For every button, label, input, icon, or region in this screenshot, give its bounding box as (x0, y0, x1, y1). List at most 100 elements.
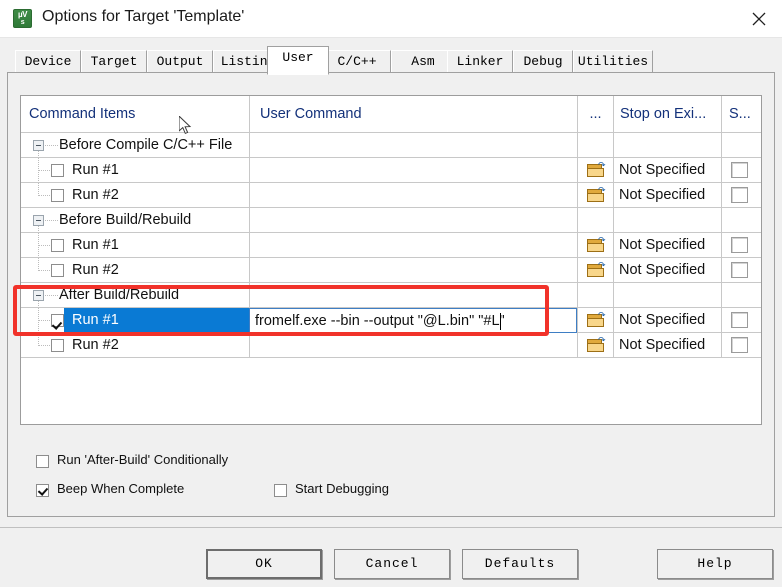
browse-cell[interactable] (577, 133, 613, 158)
command-items-grid[interactable]: Command Items User Command... Stop on Exi.… (20, 95, 762, 425)
run-enable-checkbox[interactable] (51, 314, 64, 327)
tree-cell[interactable]: Run #1 (21, 158, 249, 183)
tab-utilities[interactable]: Utilities (573, 50, 653, 74)
tree-cell[interactable]: After Build/Rebuild (21, 283, 249, 308)
grid-row[interactable]: Run #1 ↷ Not Specified (21, 158, 761, 183)
tree-item-label: Run #1 (72, 162, 119, 178)
stop-on-exit-cell[interactable]: Not Specified (613, 258, 721, 283)
ok-button[interactable]: OK (206, 549, 322, 579)
run-enable-checkbox[interactable] (51, 239, 64, 252)
cancel-button[interactable]: Cancel (334, 549, 450, 579)
tree-collapse-icon[interactable] (33, 140, 44, 151)
grid-row[interactable]: Run #2 ↷ Not Specified (21, 183, 761, 208)
run-enable-checkbox[interactable] (51, 189, 64, 202)
folder-open-icon[interactable]: ↷ (587, 186, 606, 203)
tab-debug[interactable]: Debug (513, 50, 573, 74)
browse-cell[interactable] (577, 283, 613, 308)
grid-row[interactable]: Before Build/Rebuild (21, 208, 761, 233)
tab-output[interactable]: Output (147, 50, 213, 74)
user-command-cell[interactable] (249, 208, 577, 233)
grid-row[interactable]: Run #1 ↷ Not Specified (21, 233, 761, 258)
grid-row[interactable]: Run #2 ↷ Not Specified (21, 333, 761, 358)
browse-cell[interactable] (577, 208, 613, 233)
start-cell[interactable] (721, 283, 761, 308)
stop-on-exit-cell[interactable]: Not Specified (613, 233, 721, 258)
grid-row[interactable]: Run #1 fromelf.exe --bin --output "@L.bin… (21, 308, 761, 333)
run-enable-checkbox[interactable] (51, 339, 64, 352)
tab-device[interactable]: Device (15, 50, 81, 74)
user-command-cell[interactable] (249, 158, 577, 183)
start-checkbox[interactable] (731, 262, 748, 278)
user-command-cell[interactable] (249, 133, 577, 158)
stop-on-exit-cell[interactable] (613, 133, 721, 158)
browse-cell[interactable]: ↷ (577, 183, 613, 208)
help-button[interactable]: Help (657, 549, 773, 579)
tree-cell[interactable]: Run #2 (21, 258, 249, 283)
grid-row[interactable]: Run #2 ↷ Not Specified (21, 258, 761, 283)
run-enable-checkbox[interactable] (51, 164, 64, 177)
run-enable-checkbox[interactable] (51, 264, 64, 277)
stop-on-exit-cell[interactable]: Not Specified (613, 158, 721, 183)
browse-cell[interactable]: ↷ (577, 333, 613, 358)
folder-open-icon[interactable]: ↷ (587, 236, 606, 253)
stop-on-exit-cell[interactable] (613, 283, 721, 308)
browse-cell[interactable]: ↷ (577, 308, 613, 333)
tree-cell[interactable]: Run #2 (21, 183, 249, 208)
stop-on-exit-cell[interactable]: Not Specified (613, 333, 721, 358)
browse-cell[interactable]: ↷ (577, 258, 613, 283)
folder-open-icon[interactable]: ↷ (587, 311, 606, 328)
folder-open-icon[interactable]: ↷ (587, 261, 606, 278)
start-checkbox[interactable] (731, 162, 748, 178)
column-header-cmd[interactable]: User Command (249, 96, 577, 132)
start-cell[interactable] (721, 133, 761, 158)
start-checkbox[interactable] (731, 237, 748, 253)
tree-cell[interactable]: Before Compile C/C++ File (21, 133, 249, 158)
tree-item-label: Run #2 (72, 337, 119, 353)
defaults-button[interactable]: Defaults (462, 549, 578, 579)
tree-group-label: Before Compile C/C++ File (59, 137, 233, 153)
start-cell[interactable] (721, 233, 761, 258)
stop-on-exit-cell[interactable] (613, 208, 721, 233)
grid-row[interactable]: Before Compile C/C++ File (21, 133, 761, 158)
user-command-cell[interactable] (249, 333, 577, 358)
stop-on-exit-cell[interactable]: Not Specified (613, 308, 721, 333)
user-command-input[interactable]: fromelf.exe --bin --output "@L.bin" "#L" (249, 308, 577, 333)
checkbox-label: Run 'After-Build' Conditionally (57, 452, 229, 467)
start-cell[interactable] (721, 183, 761, 208)
user-command-cell[interactable] (249, 233, 577, 258)
stop-on-exit-cell[interactable]: Not Specified (613, 183, 721, 208)
tree-cell[interactable]: Before Build/Rebuild (21, 208, 249, 233)
column-header-stop[interactable]: Stop on Exi... (613, 96, 721, 132)
column-header-s[interactable]: S... (721, 96, 761, 132)
column-header-dots[interactable]: ... (577, 96, 613, 132)
tree-collapse-icon[interactable] (33, 215, 44, 226)
tree-cell[interactable]: Run #1 (21, 233, 249, 258)
tree-branch-line (45, 295, 58, 296)
user-command-cell[interactable] (249, 283, 577, 308)
folder-open-icon[interactable]: ↷ (587, 161, 606, 178)
tab-asm[interactable]: Asm (391, 50, 455, 74)
close-icon[interactable] (736, 0, 782, 37)
start-checkbox[interactable] (731, 312, 748, 328)
start-cell[interactable] (721, 158, 761, 183)
start-cell[interactable] (721, 308, 761, 333)
tree-cell[interactable]: Run #2 (21, 333, 249, 358)
tab-linker[interactable]: Linker (447, 50, 513, 74)
browse-cell[interactable]: ↷ (577, 158, 613, 183)
column-header-items[interactable]: Command Items (21, 96, 249, 132)
start-cell[interactable] (721, 333, 761, 358)
folder-open-icon[interactable]: ↷ (587, 336, 606, 353)
start-checkbox[interactable] (731, 187, 748, 203)
user-command-cell[interactable] (249, 183, 577, 208)
browse-cell[interactable]: ↷ (577, 233, 613, 258)
start-cell[interactable] (721, 208, 761, 233)
start-cell[interactable] (721, 258, 761, 283)
start-checkbox[interactable] (731, 337, 748, 353)
grid-row[interactable]: After Build/Rebuild (21, 283, 761, 308)
user-command-cell[interactable] (249, 258, 577, 283)
tab-target[interactable]: Target (81, 50, 147, 74)
tab-user[interactable]: User (267, 46, 329, 75)
tree-cell[interactable]: Run #1 (21, 308, 249, 333)
tab-c-c[interactable]: C/C++ (323, 50, 391, 74)
tree-collapse-icon[interactable] (33, 290, 44, 301)
